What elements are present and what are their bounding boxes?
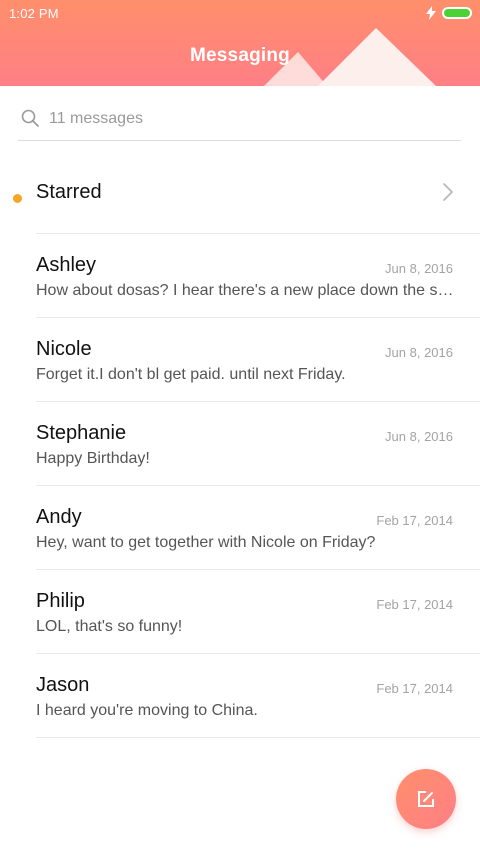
status-time: 1:02 PM	[9, 6, 59, 21]
message-row-andy[interactable]: Andy Feb 17, 2014 Hey, want to get toget…	[0, 486, 480, 570]
search-icon	[21, 109, 39, 127]
message-date: Feb 17, 2014	[376, 513, 453, 528]
sender-name: Nicole	[36, 338, 92, 360]
message-row-stephanie[interactable]: Stephanie Jun 8, 2016 Happy Birthday!	[0, 402, 480, 486]
app-title: Messaging	[190, 45, 290, 66]
status-icons	[426, 6, 472, 20]
message-date: Feb 17, 2014	[376, 597, 453, 612]
compose-icon	[418, 791, 434, 807]
message-preview: How about dosas? I hear there's a new pl…	[36, 282, 456, 299]
sender-name: Stephanie	[36, 422, 127, 444]
message-date: Jun 8, 2016	[385, 429, 453, 444]
message-date: Jun 8, 2016	[385, 345, 453, 360]
lightning-bolt-icon	[426, 6, 436, 20]
message-row-ashley[interactable]: Ashley Jun 8, 2016 How about dosas? I he…	[0, 234, 480, 318]
starred-row[interactable]: Starred	[0, 150, 480, 234]
message-row-nicole[interactable]: Nicole Jun 8, 2016 Forget it.I don't bl …	[0, 318, 480, 402]
sender-name: Ashley	[36, 254, 97, 276]
message-preview: I heard you're moving to China.	[36, 702, 258, 719]
search-input[interactable]	[49, 101, 449, 137]
message-preview: Happy Birthday!	[36, 450, 150, 467]
message-list: Ashley Jun 8, 2016 How about dosas? I he…	[0, 234, 480, 738]
sender-name: Andy	[36, 506, 82, 528]
message-preview: Hey, want to get together with Nicole on…	[36, 534, 376, 551]
message-row-philip[interactable]: Philip Feb 17, 2014 LOL, that's so funny…	[0, 570, 480, 654]
row-divider	[36, 737, 480, 738]
message-preview: Forget it.I don't bl get paid. until nex…	[36, 366, 346, 383]
battery-level	[444, 9, 470, 17]
message-row-jason[interactable]: Jason Feb 17, 2014 I heard you're moving…	[0, 654, 480, 738]
battery-icon	[442, 7, 472, 19]
unread-indicator	[13, 194, 22, 203]
starred-label: Starred	[36, 181, 102, 203]
sender-name: Philip	[36, 590, 85, 612]
status-bar: 1:02 PM	[0, 0, 480, 28]
sender-name: Jason	[36, 674, 90, 696]
message-preview: LOL, that's so funny!	[36, 618, 183, 635]
app-header: 1:02 PM Messaging	[0, 0, 480, 86]
message-date: Feb 17, 2014	[376, 681, 453, 696]
search-bar[interactable]	[18, 101, 461, 141]
compose-button[interactable]	[396, 769, 456, 829]
chevron-right-icon	[443, 183, 453, 201]
message-date: Jun 8, 2016	[385, 261, 453, 276]
